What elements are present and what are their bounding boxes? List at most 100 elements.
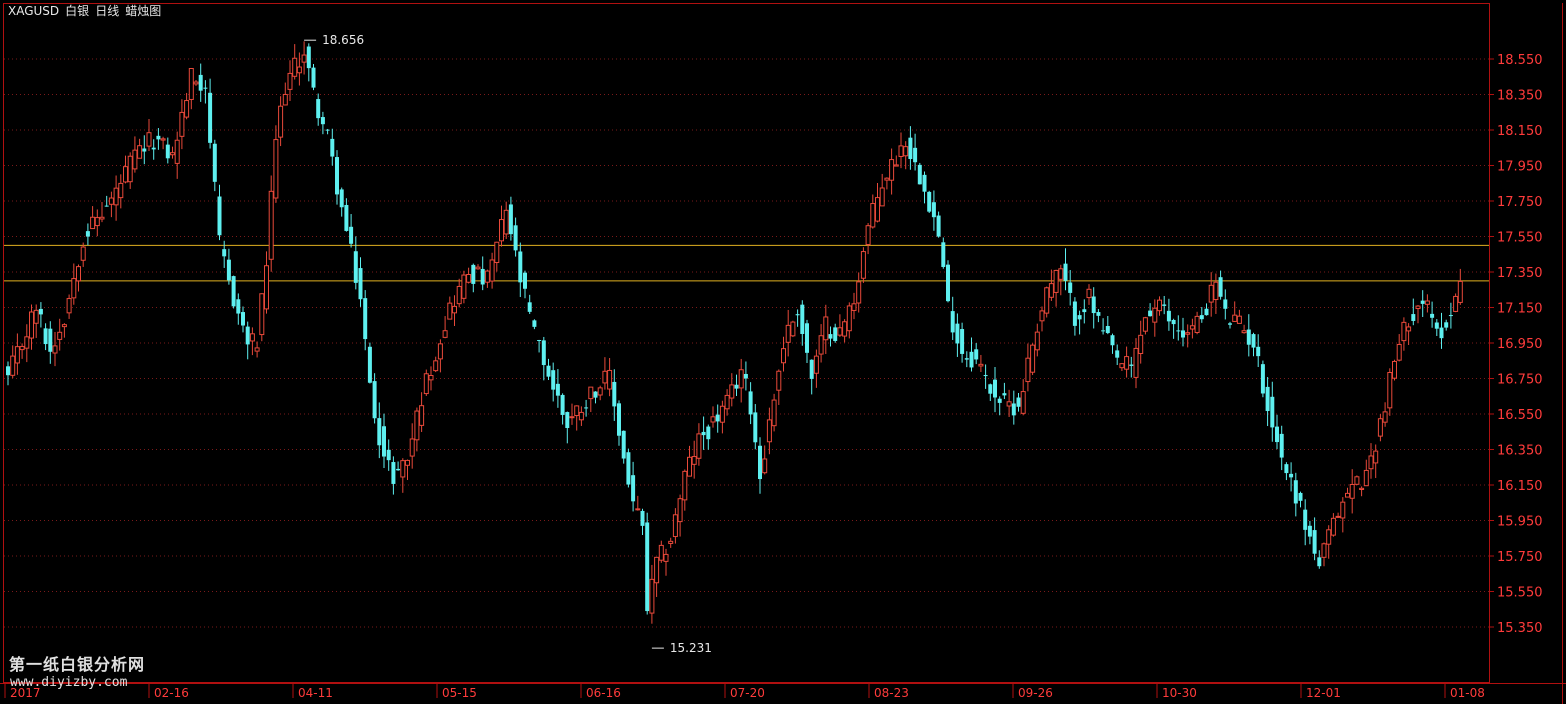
candle-body	[268, 190, 274, 260]
candle-body	[423, 373, 429, 395]
candle	[249, 327, 255, 356]
candle	[1105, 316, 1110, 335]
candle-body	[1171, 319, 1176, 325]
watermark-brand: 第一纸白银分析网	[9, 655, 146, 674]
candle	[363, 290, 368, 351]
candle	[1194, 311, 1200, 335]
candle-body	[626, 452, 631, 485]
candle-body	[555, 383, 560, 396]
candle	[1424, 294, 1430, 313]
chart-title: XAGUSD 白银 日线 蜡烛图	[8, 2, 167, 19]
candle	[532, 319, 537, 330]
candle-body	[19, 345, 25, 351]
candle	[1166, 298, 1171, 331]
candle	[785, 309, 791, 357]
xtick-label: 04-11	[298, 686, 333, 700]
candle	[748, 382, 753, 425]
candle-body	[494, 241, 500, 263]
candle-body	[188, 68, 194, 100]
candle-body	[391, 462, 396, 484]
candle	[1189, 318, 1195, 339]
candle-body	[856, 281, 862, 304]
candle-body	[931, 202, 936, 218]
candle	[1119, 363, 1125, 372]
candle-body	[898, 145, 904, 157]
candle-body	[14, 346, 20, 364]
candle	[682, 469, 688, 511]
candle-body	[480, 268, 485, 285]
candle	[193, 79, 199, 86]
candle-body	[1430, 313, 1435, 318]
candle-body	[1053, 269, 1059, 293]
candle	[578, 406, 584, 426]
candle	[386, 439, 391, 471]
candle	[301, 41, 307, 75]
candle	[687, 445, 692, 477]
candle-body	[734, 384, 739, 389]
candlestick-chart[interactable]: 18.550 18.350 18.150 17.950 17.750 17.550 17.3…	[0, 0, 1566, 704]
candle-body	[719, 405, 725, 423]
candle	[208, 78, 213, 149]
candle	[132, 136, 138, 173]
candle	[936, 211, 941, 238]
candle	[729, 373, 735, 407]
candle	[264, 251, 269, 314]
candle-body	[372, 381, 377, 419]
candle	[645, 512, 650, 615]
candle-body	[790, 321, 796, 337]
candle-body	[1453, 295, 1459, 312]
candle-body	[621, 430, 626, 459]
candle	[860, 247, 866, 283]
candle-body	[1368, 455, 1374, 470]
candle-body	[71, 278, 77, 299]
candle	[259, 293, 265, 342]
candle-body	[1157, 299, 1162, 312]
candle-body	[123, 166, 128, 183]
candle-body	[316, 99, 321, 119]
candle-body	[437, 343, 443, 360]
candle	[917, 162, 922, 185]
candle	[396, 461, 401, 471]
candle	[1256, 334, 1261, 368]
candle-body	[569, 416, 575, 419]
candle-body	[537, 340, 542, 342]
candle-body	[1077, 315, 1082, 320]
candle	[1275, 414, 1279, 450]
candle-body	[339, 189, 344, 208]
candle-body	[484, 270, 490, 283]
candle-body	[296, 66, 302, 74]
candle	[405, 459, 410, 481]
candle-body	[94, 217, 100, 227]
candle-body	[66, 298, 72, 314]
candle	[927, 190, 932, 213]
candle-body	[617, 403, 621, 436]
candle-body	[452, 305, 457, 314]
candle	[212, 139, 217, 192]
candle-body	[1335, 515, 1341, 518]
candles	[6, 41, 1463, 624]
candle-body	[1105, 326, 1110, 334]
candle	[24, 324, 30, 363]
candle-body	[1424, 300, 1430, 305]
candle-body	[90, 216, 96, 230]
candle-body	[715, 414, 720, 422]
candle-body	[1321, 543, 1327, 558]
candle-body	[118, 182, 124, 199]
candle	[1340, 497, 1346, 533]
candle	[76, 264, 81, 292]
candle-body	[311, 67, 316, 88]
candle	[282, 82, 288, 106]
candle	[908, 126, 913, 170]
candle	[753, 404, 758, 450]
candle	[414, 407, 420, 452]
candle-body	[541, 340, 546, 366]
candle-body	[400, 460, 406, 478]
candle-body	[913, 147, 918, 163]
candle	[527, 294, 532, 314]
candle	[292, 44, 298, 80]
candle	[306, 43, 311, 82]
candle-body	[1133, 347, 1139, 378]
candle-body	[1148, 310, 1153, 317]
candle-body	[193, 81, 199, 85]
candle	[268, 175, 274, 272]
